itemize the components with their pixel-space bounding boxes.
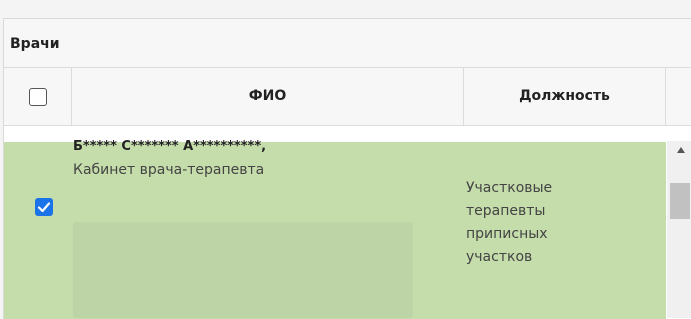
doctor-room: Кабинет врача-терапевта bbox=[73, 162, 265, 178]
doctor-name: Б***** С******* А**********, bbox=[73, 139, 267, 154]
position-line: приписных bbox=[466, 226, 548, 242]
position-line: участков bbox=[466, 249, 533, 265]
doctor-position: Участковые терапевты приписных участков bbox=[466, 177, 616, 269]
column-header-spacer bbox=[666, 68, 691, 126]
column-header-position-label: Должность bbox=[519, 88, 610, 104]
column-header-position[interactable]: Должность bbox=[464, 68, 666, 126]
column-header-name[interactable]: ФИО bbox=[72, 68, 464, 126]
scrollbar-thumb[interactable] bbox=[670, 183, 690, 219]
select-all-checkbox[interactable] bbox=[29, 88, 47, 106]
position-line: Участковые bbox=[466, 180, 553, 196]
blurred-content bbox=[73, 222, 413, 318]
row-select-checkbox[interactable] bbox=[35, 198, 53, 216]
column-header-name-label: ФИО bbox=[248, 88, 287, 104]
select-all-header-cell bbox=[4, 68, 72, 126]
vertical-scrollbar[interactable] bbox=[667, 141, 691, 318]
panel-title: Врачи bbox=[10, 36, 60, 52]
panel-header: Врачи bbox=[4, 19, 691, 68]
checkmark-icon bbox=[37, 202, 51, 213]
position-line: терапевты bbox=[466, 203, 546, 219]
scroll-up-arrow-icon[interactable] bbox=[677, 147, 685, 153]
